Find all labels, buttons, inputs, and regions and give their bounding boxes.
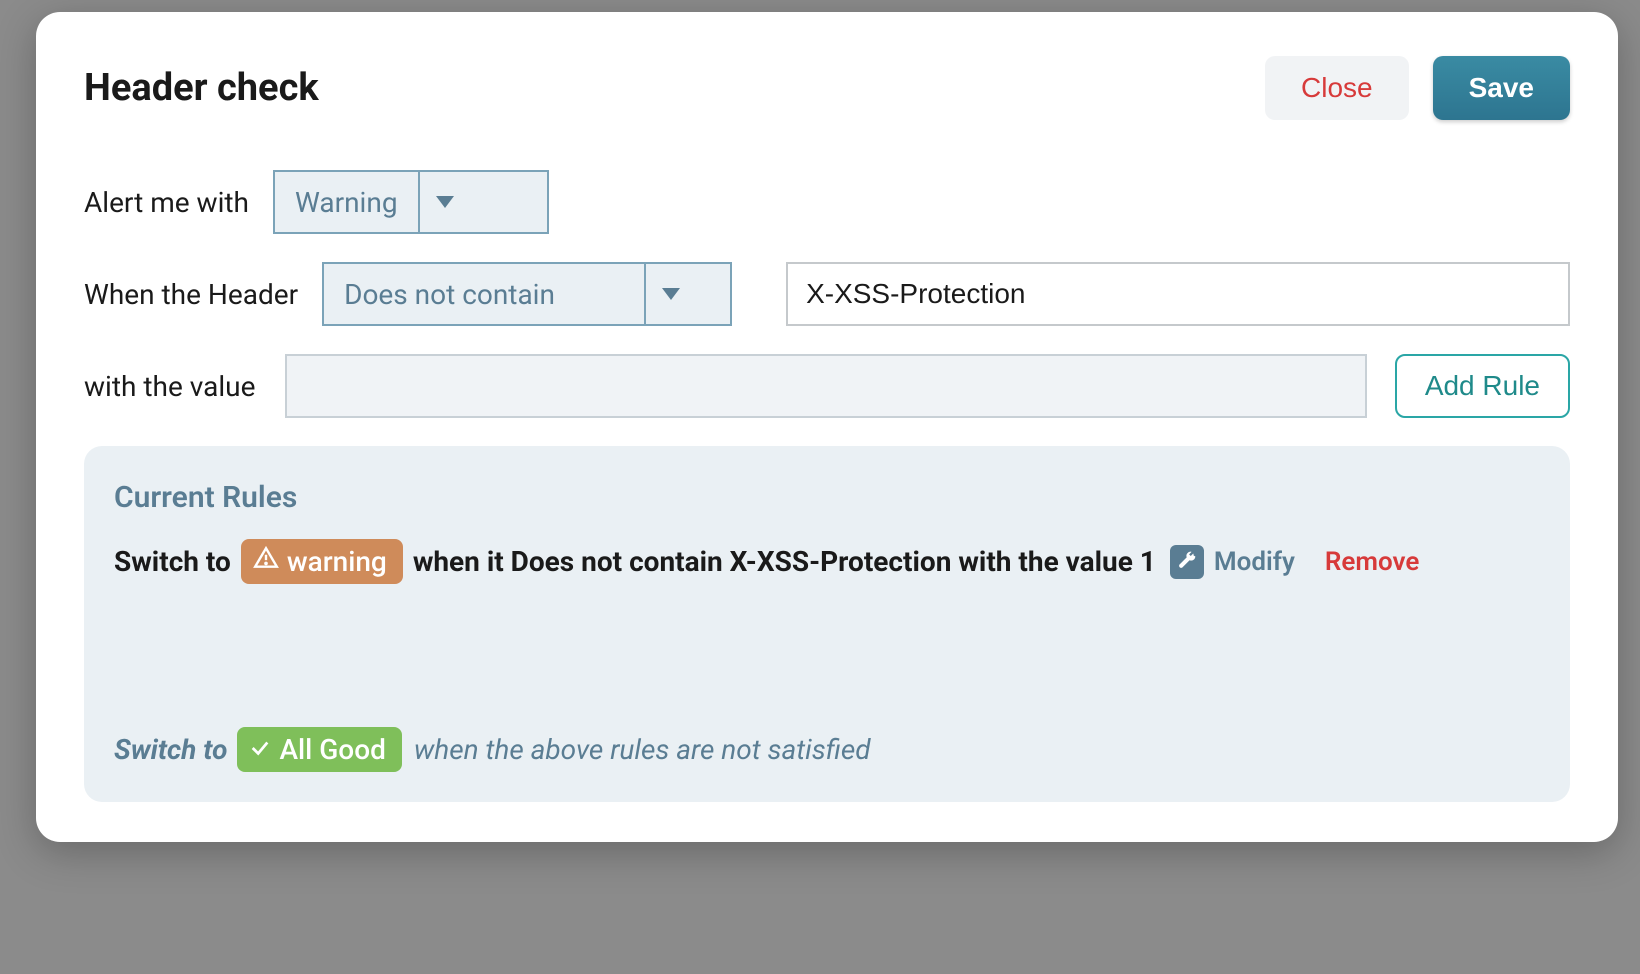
modal-header: Header check Close Save xyxy=(84,56,1570,120)
header-condition-select[interactable]: Does not contain xyxy=(322,262,732,326)
all-good-label: All Good xyxy=(279,733,385,766)
rule-prefix: Switch to xyxy=(114,545,231,578)
rule-actions: Modify Remove xyxy=(1170,545,1419,579)
alert-label: Alert me with xyxy=(84,186,249,219)
header-row: When the Header Does not contain xyxy=(84,262,1570,326)
footer-suffix: when the above rules are not satisfied xyxy=(414,733,871,766)
value-label: with the value xyxy=(84,370,255,403)
alert-level-value: Warning xyxy=(275,172,418,232)
close-button[interactable]: Close xyxy=(1265,56,1409,120)
header-name-input[interactable] xyxy=(786,262,1570,326)
remove-link[interactable]: Remove xyxy=(1325,547,1419,577)
add-rule-button[interactable]: Add Rule xyxy=(1395,354,1570,418)
warning-icon xyxy=(253,545,279,578)
header-check-modal: Header check Close Save Alert me with Wa… xyxy=(36,12,1618,842)
all-good-badge: All Good xyxy=(237,727,401,772)
rules-title: Current Rules xyxy=(114,480,1540,515)
rule-item: Switch to warning when it Does not conta… xyxy=(114,539,1540,584)
check-icon xyxy=(249,733,271,766)
warning-badge-label: warning xyxy=(287,545,387,578)
header-condition-value: Does not contain xyxy=(324,264,644,324)
modal-title: Header check xyxy=(84,66,319,110)
header-buttons: Close Save xyxy=(1265,56,1570,120)
wrench-icon xyxy=(1177,545,1197,578)
alert-row: Alert me with Warning xyxy=(84,170,1570,234)
chevron-down-icon xyxy=(418,172,470,232)
warning-badge: warning xyxy=(241,539,403,584)
value-row: with the value Add Rule xyxy=(84,354,1570,418)
footer-prefix: Switch to xyxy=(114,733,227,766)
modify-link[interactable]: Modify xyxy=(1214,547,1295,577)
modify-rule-button[interactable] xyxy=(1170,545,1204,579)
chevron-down-icon xyxy=(644,264,696,324)
current-rules-panel: Current Rules Switch to warning when it … xyxy=(84,446,1570,802)
rule-suffix: when it Does not contain X-XSS-Protectio… xyxy=(413,545,1156,578)
rules-footer: Switch to All Good when the above rules … xyxy=(114,727,1540,772)
header-label: When the Header xyxy=(84,278,298,311)
alert-level-select[interactable]: Warning xyxy=(273,170,549,234)
save-button[interactable]: Save xyxy=(1433,56,1570,120)
header-value-input[interactable] xyxy=(285,354,1366,418)
